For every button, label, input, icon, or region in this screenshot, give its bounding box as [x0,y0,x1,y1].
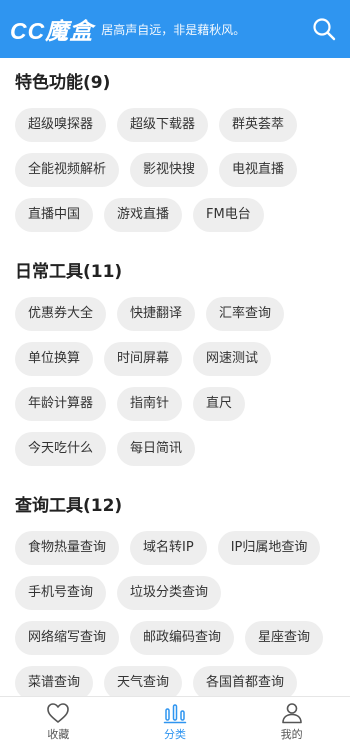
tool-chip[interactable]: 优惠券大全 [15,297,107,331]
tool-chip[interactable]: 超级下载器 [117,108,209,142]
search-button[interactable] [312,17,336,41]
tab-categories[interactable]: 分类 [117,697,234,747]
bar-chart-icon [163,704,187,724]
tool-chip[interactable]: 邮政编码查询 [130,621,235,655]
tool-chip[interactable]: 垃圾分类查询 [117,576,222,610]
tool-chip[interactable]: 影视快搜 [130,153,209,187]
tool-chip[interactable]: 群英荟萃 [219,108,298,142]
tool-chip[interactable]: 超级嗅探器 [15,108,107,142]
tool-chip[interactable]: 时间屏幕 [104,342,183,376]
category-list: 特色功能(9) 超级嗅探器 超级下载器 群英荟萃 全能视频解析 影视快搜 电视直… [0,58,350,696]
section-title: 日常工具(11) [15,262,123,282]
tab-label: 我的 [280,728,303,741]
user-icon [281,703,302,724]
tool-chip[interactable]: 手机号查询 [15,576,107,610]
tool-chip[interactable]: 网络缩写查询 [15,621,120,655]
chip-group: 超级嗅探器 超级下载器 群英荟萃 全能视频解析 影视快搜 电视直播 直播中国 游… [15,108,345,243]
tool-chip[interactable]: 指南针 [117,387,183,421]
tool-chip[interactable]: 食物热量查询 [15,531,120,565]
tool-chip[interactable]: IP归属地查询 [217,531,321,565]
app-header: CC魔盒 居高声自远，非是藉秋风。 [0,0,350,58]
chip-group: 食物热量查询 域名转IP IP归属地查询 手机号查询 垃圾分类查询 网络缩写查询… [15,531,345,696]
tab-label: 分类 [164,728,186,741]
tool-chip[interactable]: 天气查询 [104,666,183,696]
tool-chip[interactable]: 星座查询 [245,621,324,655]
tool-chip[interactable]: 菜谱查询 [15,666,94,696]
tool-chip[interactable]: 直尺 [193,387,246,421]
tool-chip[interactable]: 每日简讯 [117,432,196,466]
tool-chip[interactable]: 快捷翻译 [117,297,196,331]
tool-chip[interactable]: 全能视频解析 [15,153,120,187]
tab-profile[interactable]: 我的 [233,697,350,747]
bottom-tab-bar: 收藏 分类 我的 [0,696,350,747]
tool-chip[interactable]: 域名转IP [130,531,207,565]
section-daily-tools: 日常工具(11) 优惠券大全 快捷翻译 汇率查询 单位换算 时间屏幕 网速测试 … [15,261,350,477]
tool-chip[interactable]: 游戏直播 [104,198,183,232]
tab-favorites[interactable]: 收藏 [0,697,117,747]
tool-chip[interactable]: 各国首都查询 [193,666,298,696]
chip-group: 优惠券大全 快捷翻译 汇率查询 单位换算 时间屏幕 网速测试 年龄计算器 指南针… [15,297,345,477]
search-icon [313,18,336,41]
section-query-tools: 查询工具(12) 食物热量查询 域名转IP IP归属地查询 手机号查询 垃圾分类… [15,495,350,696]
tool-chip[interactable]: FM电台 [193,198,264,232]
heart-icon [47,703,70,723]
tool-chip[interactable]: 直播中国 [15,198,94,232]
tool-chip[interactable]: 电视直播 [219,153,298,187]
tool-chip[interactable]: 单位换算 [15,342,94,376]
tool-chip[interactable]: 汇率查询 [206,297,285,331]
tool-chip[interactable]: 今天吃什么 [15,432,107,466]
tool-chip[interactable]: 网速测试 [193,342,272,376]
section-title: 特色功能(9) [15,73,111,93]
section-featured: 特色功能(9) 超级嗅探器 超级下载器 群英荟萃 全能视频解析 影视快搜 电视直… [15,72,350,243]
tool-chip[interactable]: 年龄计算器 [15,387,107,421]
section-title: 查询工具(12) [15,496,123,516]
tab-label: 收藏 [47,728,70,741]
app-logo: CC魔盒 [10,18,94,44]
header-slogan: 居高声自远，非是藉秋风。 [101,22,246,37]
